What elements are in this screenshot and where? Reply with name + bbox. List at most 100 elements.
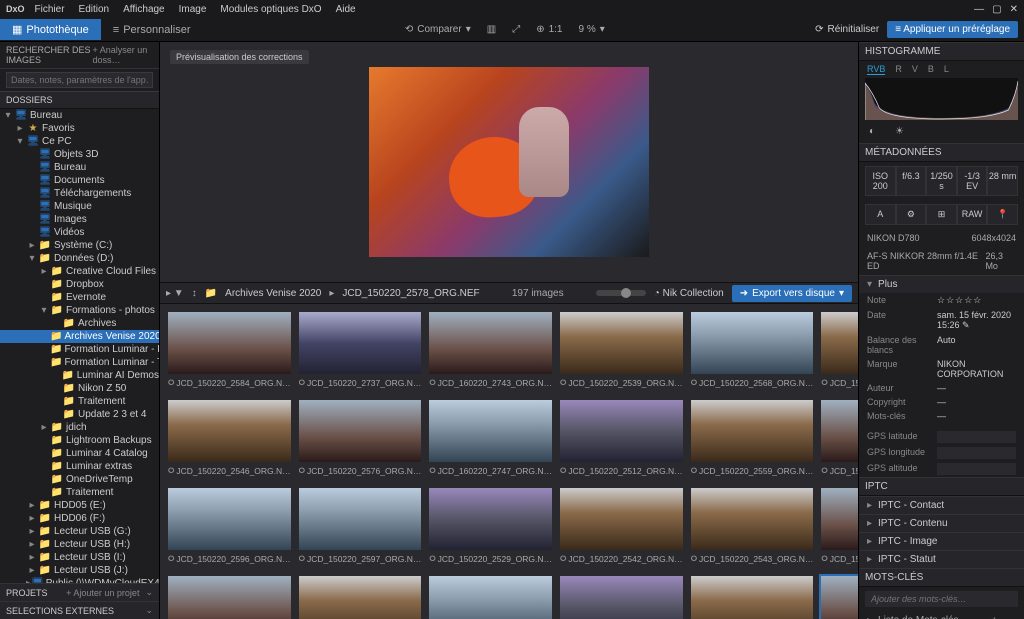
thumbnail-image[interactable] xyxy=(560,488,683,550)
thumbnail-image[interactable] xyxy=(821,488,858,550)
tree-node[interactable]: 🖥Bureau xyxy=(0,161,159,174)
tree-node[interactable]: 📁Dropbox xyxy=(0,278,159,291)
expander-icon[interactable]: ▾ xyxy=(2,110,14,121)
thumbnail-image[interactable] xyxy=(691,576,814,619)
thumbnail[interactable]: 🞇JCD_150220_2546_ORG.N… xyxy=(168,400,291,480)
tree-node[interactable]: 📁OneDriveTemp xyxy=(0,473,159,486)
thumbnail-image[interactable] xyxy=(560,312,683,374)
expander-icon[interactable]: ▸ xyxy=(38,266,50,277)
thumbnail-image[interactable] xyxy=(168,312,291,374)
tree-node[interactable]: 📁Luminar 4 Catalog xyxy=(0,447,159,460)
menu-item[interactable]: Edition xyxy=(79,4,110,15)
histogram-tabs[interactable]: RVBRVBL xyxy=(859,61,1024,78)
menu-item[interactable]: Image xyxy=(179,4,207,15)
histogram-tab[interactable]: RVB xyxy=(867,64,885,75)
remove-keyword-button[interactable]: — xyxy=(1004,615,1016,619)
thumbnail[interactable] xyxy=(691,576,814,619)
view-fit-button[interactable]: ⤢ xyxy=(504,21,528,38)
thumbnail-image[interactable] xyxy=(821,400,858,462)
keywords-input[interactable] xyxy=(865,591,1018,607)
expander-icon[interactable]: ▸ xyxy=(14,123,26,134)
histogram-tab[interactable]: L xyxy=(944,64,949,75)
thumbnail-image[interactable] xyxy=(168,400,291,462)
tree-node[interactable]: 🖥Musique xyxy=(0,200,159,213)
thumbnail[interactable]: 🞇JCD_150220_2539_ORG.N… xyxy=(560,312,683,392)
histogram-tab[interactable]: V xyxy=(912,64,918,75)
thumbnail-image[interactable] xyxy=(429,312,552,374)
thumbnail[interactable]: 🞇JCD_160220_2747_ORG.N… xyxy=(429,400,552,480)
sort-icon[interactable]: ↕ xyxy=(192,288,197,299)
add-keyword-button[interactable]: + xyxy=(991,615,999,619)
histogram-tab[interactable]: B xyxy=(928,64,934,75)
tree-node[interactable]: 📁Traitement xyxy=(0,395,159,408)
expander-icon[interactable]: ▸ xyxy=(26,552,38,563)
thumbnail-image[interactable] xyxy=(168,576,291,619)
thumbnail[interactable]: 🞇JCD_150220_2597_ORG.N… xyxy=(299,488,422,568)
thumbnail[interactable]: 🞇JCD_150220_2548_ORG.N… xyxy=(821,488,858,568)
meta-value[interactable] xyxy=(937,463,1016,475)
maximize-icon[interactable]: ▢ xyxy=(992,4,1001,15)
tree-node[interactable]: 📁Formation Luminar - Tests xyxy=(0,356,159,369)
compare-button[interactable]: ⟲Comparer▾ xyxy=(397,21,479,38)
thumbnail[interactable]: 🞇JCD_150220_2573_ORG.N… xyxy=(821,312,858,392)
tree-node[interactable]: 📁Luminar extras xyxy=(0,460,159,473)
tree-node[interactable]: ▸📁jdich xyxy=(0,421,159,434)
chevron-down-icon[interactable]: ⌄ xyxy=(145,587,153,598)
tree-node[interactable]: ▾🖥Ce PC xyxy=(0,135,159,148)
tree-node[interactable]: ▾🖥Bureau xyxy=(0,109,159,122)
thumbnail[interactable]: 🞇JCD_150220_2579_ORG.N… xyxy=(821,400,858,480)
close-icon[interactable]: ✕ xyxy=(1010,4,1018,15)
tree-node[interactable]: 📁Lightroom Backups xyxy=(0,434,159,447)
expander-icon[interactable]: ▸ xyxy=(26,526,38,537)
thumbnail-image[interactable] xyxy=(429,488,552,550)
iptc-section[interactable]: ▸IPTC - Contact xyxy=(859,496,1024,514)
tree-node[interactable]: ▸📁Creative Cloud Files xyxy=(0,265,159,278)
thumbnail[interactable] xyxy=(299,576,422,619)
thumbnail[interactable]: 🞇JCD_150220_2737_ORG.N… xyxy=(299,312,422,392)
thumbnail-image[interactable] xyxy=(691,400,814,462)
iptc-section[interactable]: ▸IPTC - Statut xyxy=(859,550,1024,568)
meta-value[interactable] xyxy=(937,431,1016,443)
thumbnail[interactable]: 🞇JCD_150220_2568_ORG.N… xyxy=(691,312,814,392)
thumbnail[interactable]: 🞇JCD_150220_2542_ORG.N… xyxy=(560,488,683,568)
menu-item[interactable]: Affichage xyxy=(123,4,165,15)
meta-value[interactable]: ☆☆☆☆☆ xyxy=(937,295,1016,306)
thumbnail-image[interactable] xyxy=(299,400,422,462)
tree-node[interactable]: 🖥Images xyxy=(0,213,159,226)
tree-node[interactable]: ▸📁Lecteur USB (H:) xyxy=(0,538,159,551)
search-input[interactable] xyxy=(6,72,153,88)
tree-node[interactable]: ▸📁Lecteur USB (J:) xyxy=(0,564,159,577)
tree-node[interactable]: ▾📁Formations - photos xyxy=(0,304,159,317)
thumbnail[interactable]: 🞇JCD_150220_2576_ORG.N… xyxy=(299,400,422,480)
keyword-list-row[interactable]: ▸ Liste de Mots-clés + — xyxy=(859,611,1024,619)
tree-node[interactable]: ▸📁HDD06 (F:) xyxy=(0,512,159,525)
iptc-section[interactable]: ▸IPTC - Contenu xyxy=(859,514,1024,532)
plus-row[interactable]: ▾Plus xyxy=(859,275,1024,293)
tree-node[interactable]: 🖥Vidéos xyxy=(0,226,159,239)
tree-node[interactable]: 📁Luminar AI Demos xyxy=(0,369,159,382)
tree-node[interactable]: ▸📁Système (C:) xyxy=(0,239,159,252)
add-project-button[interactable]: + Ajouter un projet xyxy=(66,588,139,598)
tree-node[interactable]: ▸📁Lecteur USB (G:) xyxy=(0,525,159,538)
expander-icon[interactable]: ▸ xyxy=(26,565,38,576)
external-selections-header[interactable]: SELECTIONS EXTERNES ⌄ xyxy=(0,601,159,619)
tree-node[interactable]: 🖥Objets 3D xyxy=(0,148,159,161)
thumbnail-image[interactable] xyxy=(299,576,422,619)
expander-icon[interactable]: ▸ xyxy=(26,240,38,251)
shadow-clip-icon[interactable]: ◐ xyxy=(869,126,875,137)
thumbnail-image[interactable] xyxy=(691,488,814,550)
analyze-folder-button[interactable]: + Analyser un doss… xyxy=(93,45,153,65)
chevron-down-icon[interactable]: ⌄ xyxy=(145,605,153,616)
export-button[interactable]: ➜Export vers disque▾ xyxy=(732,285,852,302)
iptc-section[interactable]: ▸IPTC - Image xyxy=(859,532,1024,550)
thumbnail-image[interactable] xyxy=(429,576,552,619)
thumbnail-image[interactable] xyxy=(429,400,552,462)
expander-icon[interactable]: ▾ xyxy=(26,253,38,264)
histogram-tab[interactable]: R xyxy=(895,64,902,75)
thumbnail[interactable] xyxy=(168,576,291,619)
zoom-level[interactable]: 9 %▾ xyxy=(570,21,612,38)
tree-node[interactable]: 🖥Téléchargements xyxy=(0,187,159,200)
menu-item[interactable]: Modules optiques DxO xyxy=(220,4,321,15)
thumbnail[interactable]: 🞇JCD_150220_2512_ORG.N… xyxy=(560,400,683,480)
thumbnail-size-slider[interactable] xyxy=(596,290,646,296)
